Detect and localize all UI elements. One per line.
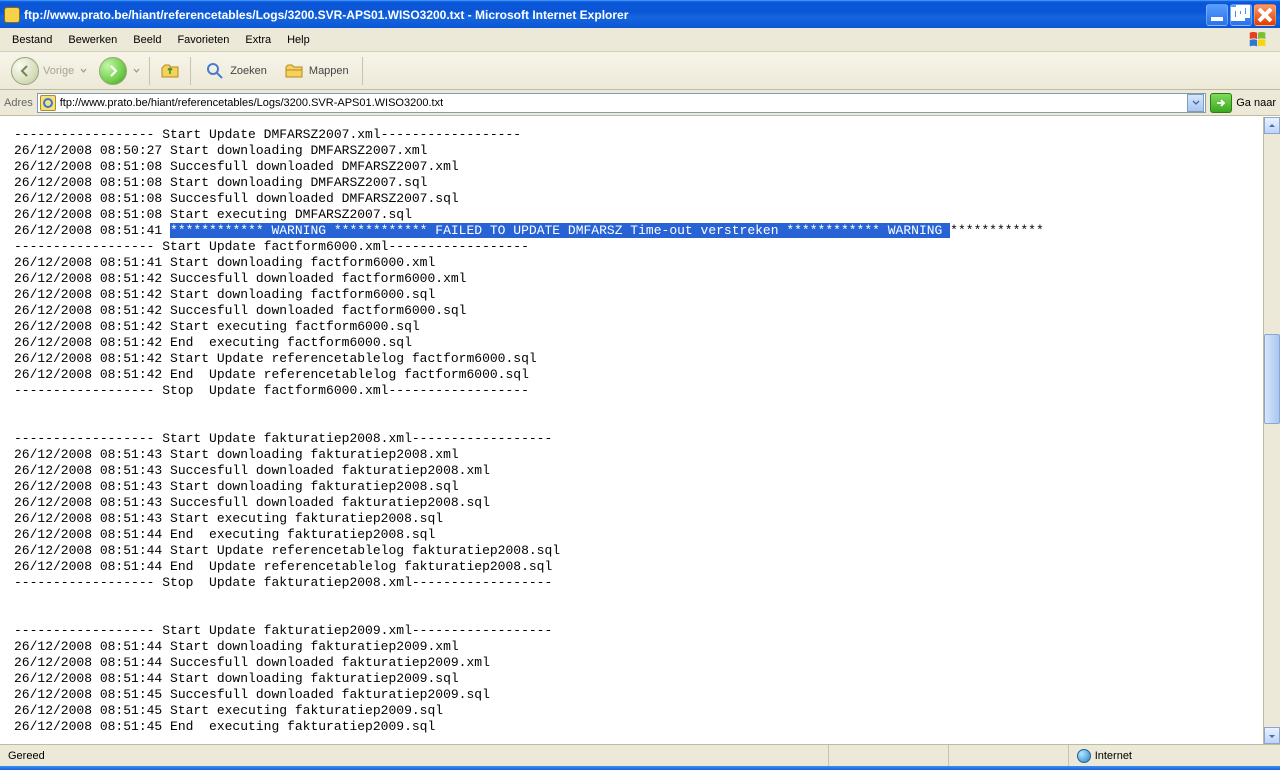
search-icon bbox=[204, 60, 226, 82]
go-label: Ga naar bbox=[1236, 97, 1276, 109]
address-label: Adres bbox=[4, 97, 33, 109]
menu-favorieten[interactable]: Favorieten bbox=[169, 31, 237, 49]
folders-icon bbox=[283, 60, 305, 82]
back-label: Vorige bbox=[43, 65, 74, 77]
menu-help[interactable]: Help bbox=[279, 31, 318, 49]
chevron-up-icon bbox=[1268, 122, 1276, 130]
scroll-down-button[interactable] bbox=[1264, 727, 1280, 744]
menu-bestand[interactable]: Bestand bbox=[4, 31, 60, 49]
separator bbox=[149, 57, 150, 85]
go-arrow-icon bbox=[1215, 97, 1227, 109]
status-spacer bbox=[829, 745, 949, 766]
status-spacer bbox=[949, 745, 1069, 766]
search-label: Zoeken bbox=[230, 65, 267, 77]
chevron-down-icon bbox=[133, 67, 140, 74]
search-button[interactable]: Zoeken bbox=[197, 57, 274, 85]
close-icon bbox=[1255, 5, 1275, 25]
globe-icon bbox=[1077, 749, 1091, 763]
menubar: Bestand Bewerken Beeld Favorieten Extra … bbox=[0, 28, 1280, 52]
folder-up-icon bbox=[159, 60, 181, 82]
separator bbox=[190, 57, 191, 85]
statusbar: Gereed Internet bbox=[0, 744, 1280, 766]
window-buttons bbox=[1206, 4, 1276, 26]
scroll-up-button[interactable] bbox=[1264, 117, 1280, 134]
content-area: ------------------ Start Update DMFARSZ2… bbox=[0, 116, 1280, 744]
status-zone: Internet bbox=[1069, 745, 1140, 766]
maximize-button[interactable] bbox=[1230, 4, 1252, 26]
status-ready: Gereed bbox=[0, 745, 829, 766]
log-text[interactable]: ------------------ Start Update DMFARSZ2… bbox=[0, 117, 1263, 744]
warning-highlight: ************ WARNING ************ FAILED… bbox=[170, 223, 950, 238]
windows-logo-icon bbox=[1240, 29, 1276, 51]
status-pad bbox=[1140, 745, 1280, 766]
favicon-icon bbox=[40, 95, 56, 111]
close-button[interactable] bbox=[1254, 4, 1276, 26]
scroll-track[interactable] bbox=[1264, 134, 1280, 727]
chevron-down-icon bbox=[1268, 732, 1276, 740]
minimize-button[interactable] bbox=[1206, 4, 1228, 26]
scroll-thumb[interactable] bbox=[1264, 334, 1280, 424]
separator bbox=[362, 57, 363, 85]
address-field[interactable]: ftp://www.prato.be/hiant/referencetables… bbox=[37, 93, 1207, 113]
taskbar-strip bbox=[0, 766, 1280, 770]
go-button[interactable] bbox=[1210, 93, 1232, 113]
menu-bewerken[interactable]: Bewerken bbox=[60, 31, 125, 49]
forward-icon bbox=[99, 57, 127, 85]
menu-beeld[interactable]: Beeld bbox=[125, 31, 169, 49]
maximize-icon bbox=[1231, 5, 1251, 25]
window-title: ftp://www.prato.be/hiant/referencetables… bbox=[24, 8, 1206, 22]
folder-up-button[interactable] bbox=[156, 57, 184, 85]
back-button[interactable]: Vorige bbox=[4, 54, 94, 88]
folders-label: Mappen bbox=[309, 65, 349, 77]
address-dropdown[interactable] bbox=[1187, 94, 1204, 112]
chevron-down-icon bbox=[1192, 99, 1200, 107]
page-icon bbox=[4, 7, 20, 23]
address-bar: Adres ftp://www.prato.be/hiant/reference… bbox=[0, 90, 1280, 116]
menu-extra[interactable]: Extra bbox=[237, 31, 279, 49]
folders-button[interactable]: Mappen bbox=[276, 57, 356, 85]
toolbar: Vorige Zoeken Mappen bbox=[0, 52, 1280, 90]
minimize-icon bbox=[1207, 5, 1227, 25]
vertical-scrollbar[interactable] bbox=[1263, 117, 1280, 744]
chevron-down-icon bbox=[80, 67, 87, 74]
titlebar: ftp://www.prato.be/hiant/referencetables… bbox=[0, 0, 1280, 28]
address-url: ftp://www.prato.be/hiant/referencetables… bbox=[60, 97, 443, 109]
forward-button[interactable] bbox=[96, 54, 143, 88]
back-icon bbox=[11, 57, 39, 85]
